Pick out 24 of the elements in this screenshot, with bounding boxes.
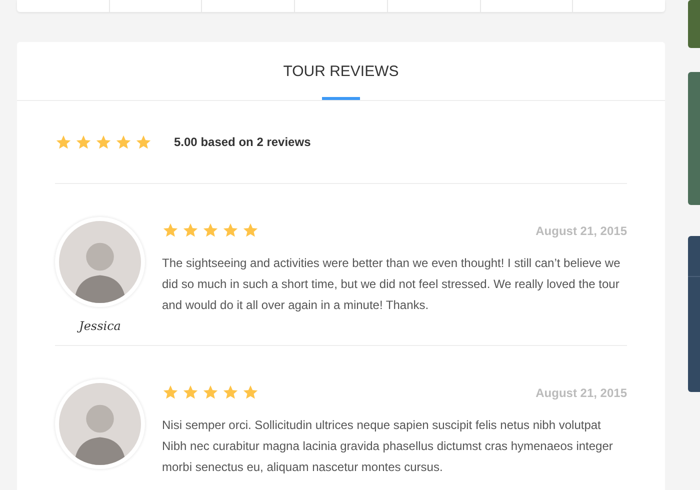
- star-icon: [182, 222, 199, 239]
- review-text: The sightseeing and activities were better than we even thought! I still can’t believe we did so much in such a short time, but we did not feel stressed. We really loved the tour and would do it all over again in a minute! Thanks.: [162, 255, 622, 314]
- star-icon: [162, 222, 179, 239]
- star-icon: [115, 134, 132, 150]
- title-underline: [322, 97, 360, 100]
- review-date: August 21, 2015: [536, 386, 627, 400]
- star-icon: [135, 134, 152, 150]
- star-icon: [55, 134, 72, 150]
- section-title: TOUR REVIEWS: [283, 62, 399, 82]
- review-date: August 21, 2015: [536, 224, 627, 238]
- reviewer-name: Jessica: [79, 319, 121, 333]
- star-icon: [95, 134, 112, 150]
- star-icon: [242, 384, 259, 401]
- review-text: Nisi semper orci. Sollicitudin ultrices neque sapien suscipit felis netus nibh volutpat Nibh nec curabitur magna lacinia gravida phasellus dictumst cras hymenaeos integer morbi senectus eu, aliquam nascetur montes cursus.: [162, 417, 614, 476]
- rating-summary: 5.00 based on 2 reviews: [174, 135, 311, 149]
- star-icon: [162, 384, 179, 401]
- star-icon: [222, 222, 239, 239]
- star-icon: [75, 134, 92, 150]
- star-icon: [222, 384, 239, 401]
- star-icon: [242, 222, 259, 239]
- star-icon: [202, 384, 219, 401]
- star-icon: [182, 384, 199, 401]
- star-icon: [202, 222, 219, 239]
- photo-placeholder: [688, 0, 700, 48]
